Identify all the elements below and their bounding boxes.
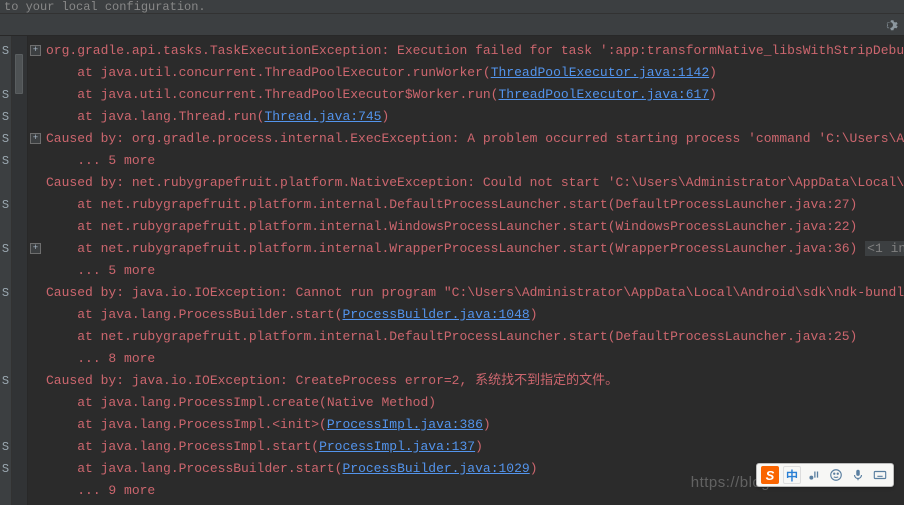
gutter-mark (0, 216, 11, 238)
stacktrace-text: at java.lang.Thread.run( (77, 109, 264, 124)
stacktrace-text: ... 5 more (77, 263, 155, 278)
gutter-mark: S (0, 458, 11, 480)
gutter-mark: S (0, 150, 11, 172)
stacktrace-text: ) (709, 65, 717, 80)
gutter-mark: S (0, 106, 11, 128)
gutter-mark: S (0, 128, 11, 150)
stacktrace-link[interactable]: ThreadPoolExecutor.java:1142 (491, 65, 709, 80)
gutter-mark: S (0, 436, 11, 458)
marker-gutter: SSSSSSSSSSS (0, 36, 12, 505)
console-line: at net.rubygrapefruit.platform.internal.… (44, 194, 904, 216)
console-line: Caused by: net.rubygrapefruit.platform.N… (44, 172, 904, 194)
console-line: Caused by: org.gradle.process.internal.E… (44, 128, 904, 150)
keyboard-icon[interactable] (871, 466, 889, 484)
stacktrace-text: ) (530, 307, 538, 322)
console-line: at java.lang.ProcessBuilder.start(Proces… (44, 304, 904, 326)
console-line: at java.util.concurrent.ThreadPoolExecut… (44, 62, 904, 84)
gutter-mark: S (0, 238, 11, 260)
stacktrace-text: Caused by: java.io.IOException: CreatePr… (46, 373, 618, 388)
ime-brand-icon[interactable]: S (761, 466, 779, 484)
gutter-mark (0, 326, 11, 348)
console-line: ... 8 more (44, 348, 904, 370)
editor-fade-row: to your local configuration. (0, 0, 904, 14)
punctuation-icon[interactable] (805, 466, 823, 484)
stacktrace-text: at java.lang.ProcessBuilder.start( (77, 307, 342, 322)
stacktrace-text: org.gradle.api.tasks.TaskExecutionExcept… (46, 43, 904, 58)
console-line: at java.lang.ProcessImpl.start(ProcessIm… (44, 436, 904, 458)
console-line: org.gradle.api.tasks.TaskExecutionExcept… (44, 40, 904, 62)
stacktrace-link[interactable]: Thread.java:745 (264, 109, 381, 124)
stacktrace-text: at net.rubygrapefruit.platform.internal.… (77, 329, 857, 344)
gutter-mark: S (0, 194, 11, 216)
stacktrace-text: at java.lang.ProcessImpl.<init>( (77, 417, 327, 432)
emoji-icon[interactable] (827, 466, 845, 484)
stacktrace-text: ) (709, 87, 717, 102)
stacktrace-text: at net.rubygrapefruit.platform.internal.… (77, 241, 857, 256)
gutter-mark: S (0, 282, 11, 304)
stacktrace-link[interactable]: ThreadPoolExecutor.java:617 (499, 87, 710, 102)
stacktrace-text: ) (475, 439, 483, 454)
fold-toggle[interactable]: + (30, 45, 41, 56)
console-line: ... 5 more (44, 150, 904, 172)
stacktrace-text: at java.lang.ProcessImpl.start( (77, 439, 319, 454)
stacktrace-link[interactable]: ProcessImpl.java:386 (327, 417, 483, 432)
stacktrace-text: at java.lang.ProcessImpl.create(Native M… (77, 395, 436, 410)
stacktrace-text: ) (530, 461, 538, 476)
gutter-mark (0, 480, 11, 502)
stacktrace-text: Caused by: net.rubygrapefruit.platform.N… (46, 175, 904, 190)
console-line: at java.util.concurrent.ThreadPoolExecut… (44, 84, 904, 106)
stacktrace-text: Caused by: java.io.IOException: Cannot r… (46, 285, 904, 300)
gutter-mark: S (0, 40, 11, 62)
stacktrace-text: at net.rubygrapefruit.platform.internal.… (77, 219, 857, 234)
stacktrace-text: <1 internal call> (865, 241, 904, 256)
stacktrace-text: Caused by: org.gradle.process.internal.E… (46, 131, 904, 146)
console-line: at java.lang.Thread.run(Thread.java:745) (44, 106, 904, 128)
console-toolbar (0, 14, 904, 36)
stacktrace-text: at java.util.concurrent.ThreadPoolExecut… (77, 65, 490, 80)
fold-toggle[interactable]: + (30, 133, 41, 144)
stacktrace-text: at net.rubygrapefruit.platform.internal.… (77, 197, 857, 212)
gutter-mark (0, 172, 11, 194)
console-output[interactable]: org.gradle.api.tasks.TaskExecutionExcept… (44, 36, 904, 505)
console-line: at java.lang.ProcessImpl.create(Native M… (44, 392, 904, 414)
stacktrace-text: at java.lang.ProcessBuilder.start( (77, 461, 342, 476)
console-line: at net.rubygrapefruit.platform.internal.… (44, 326, 904, 348)
fold-gutter: + + + (28, 36, 44, 505)
stacktrace-text: ) (483, 417, 491, 432)
microphone-icon[interactable] (849, 466, 867, 484)
ime-language-icon[interactable]: 中 (783, 466, 801, 484)
stacktrace-link[interactable]: ProcessBuilder.java:1048 (342, 307, 529, 322)
stacktrace-link[interactable]: ProcessBuilder.java:1029 (342, 461, 529, 476)
fold-toggle[interactable]: + (30, 243, 41, 254)
gutter-mark (0, 304, 11, 326)
ime-toolbar[interactable]: S 中 (756, 463, 894, 487)
scrollbar-thumb[interactable] (15, 54, 23, 94)
console-line: at net.rubygrapefruit.platform.internal.… (44, 216, 904, 238)
gutter-mark (0, 392, 11, 414)
stacktrace-text (857, 241, 865, 256)
gutter-mark (0, 62, 11, 84)
console-line: at java.lang.ProcessImpl.<init>(ProcessI… (44, 414, 904, 436)
console-line: Caused by: java.io.IOException: Cannot r… (44, 282, 904, 304)
vertical-scrollbar[interactable] (12, 36, 28, 505)
gutter-mark: S (0, 84, 11, 106)
stacktrace-text: ) (381, 109, 389, 124)
stacktrace-link[interactable]: ProcessImpl.java:137 (319, 439, 475, 454)
gutter-mark: S (0, 370, 11, 392)
console-area: SSSSSSSSSSS +++ org.gradle.api.tasks.Tas… (0, 36, 904, 505)
stacktrace-text: ... 5 more (77, 153, 155, 168)
stacktrace-text: at java.util.concurrent.ThreadPoolExecut… (77, 87, 498, 102)
gear-icon[interactable] (882, 17, 898, 33)
console-line: at net.rubygrapefruit.platform.internal.… (44, 238, 904, 260)
gutter-mark (0, 414, 11, 436)
console-line: Caused by: java.io.IOException: CreatePr… (44, 370, 904, 392)
gutter-mark (0, 260, 11, 282)
stacktrace-text: ... 8 more (77, 351, 155, 366)
stacktrace-text: ... 9 more (77, 483, 155, 498)
console-line: ... 5 more (44, 260, 904, 282)
gutter-mark (0, 348, 11, 370)
